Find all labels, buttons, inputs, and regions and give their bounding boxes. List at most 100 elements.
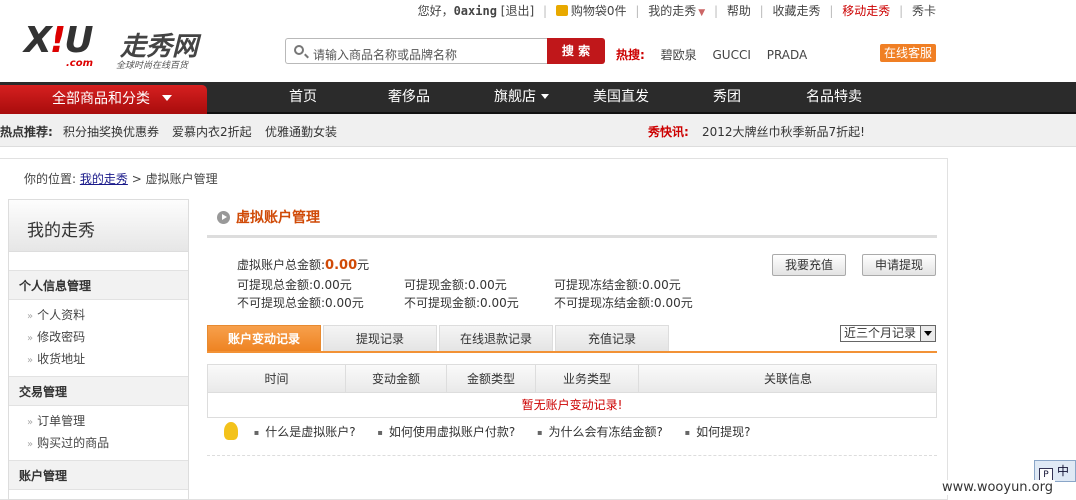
greeting: 您好， <box>417 4 454 18</box>
total-amount: 0.00 <box>325 258 358 273</box>
range-select[interactable]: 近三个月记录 <box>840 325 936 342</box>
recharge-button[interactable]: 我要充值 <box>772 254 847 276</box>
breadcrumb-home-link[interactable]: 我的走秀 <box>80 172 128 186</box>
sidebar-item-purchased[interactable]: » 购买过的商品 <box>9 432 188 454</box>
record-tabs: 账户变动记录 提现记录 在线退款记录 充值记录 <box>207 325 937 353</box>
play-icon <box>217 211 230 224</box>
hot-link[interactable]: 优雅通勤女装 <box>265 123 337 140</box>
sidebar-item-password[interactable]: » 修改密码 <box>9 326 188 348</box>
all-categories-button[interactable]: 全部商品和分类 <box>0 85 207 114</box>
chevron-right-icon: » <box>27 355 34 366</box>
breadcrumb-current: 虚拟账户管理 <box>145 172 218 186</box>
hot-search-word[interactable]: 碧欧泉 <box>661 48 697 62</box>
hot-link[interactable]: 爱慕内衣2折起 <box>172 123 252 140</box>
divider: | <box>635 4 640 18</box>
hot-search: 热搜: 碧欧泉 GUCCI PRADA <box>616 46 807 63</box>
tab-account-changes[interactable]: 账户变动记录 <box>207 325 321 351</box>
sidebar: 我的走秀 个人信息管理 » 个人资料 » 修改密码 » 收货地址 交易管理 » 订单管理… <box>8 199 189 500</box>
faq-link[interactable]: 什么是虚拟账户? <box>254 425 356 439</box>
watermark: www.wooyun.org <box>940 480 1056 495</box>
favorites-link[interactable]: 收藏走秀 <box>773 2 821 19</box>
sidebar-section-title: 账户管理 <box>9 460 188 490</box>
faq-link[interactable]: 为什么会有冻结金额? <box>537 425 663 439</box>
nav-item-luxury[interactable]: 奢侈品 <box>388 82 430 112</box>
sidebar-item-profile[interactable]: » 个人资料 <box>9 304 188 326</box>
withdraw-button[interactable]: 申请提现 <box>862 254 937 276</box>
empty-message: 暂无账户变动记录! <box>521 398 623 412</box>
card-link[interactable]: 秀卡 <box>912 2 936 19</box>
logo-domain: .com <box>66 58 94 69</box>
nav-item-group[interactable]: 秀团 <box>713 82 741 112</box>
chevron-down-icon[interactable] <box>920 326 935 341</box>
logout-link[interactable]: [退出] <box>501 2 534 19</box>
non-withdrawable-amount: 不可提现金额:0.00元 <box>404 296 519 310</box>
table-header: 时间 变动金额 金额类型 业务类型 关联信息 <box>208 365 936 393</box>
account-total: 虚拟账户总金额:0.00元 <box>237 258 370 273</box>
breadcrumb: 你的位置: 我的走秀 > 虚拟账户管理 <box>24 170 218 187</box>
top-links: 您好，0axing [退出] | 购物袋0件 | 我的走秀 ▼ | 帮助 | 收藏… <box>418 2 936 19</box>
logo-mark: X!U <box>24 20 93 61</box>
lightbulb-icon <box>224 422 238 440</box>
nav-item-flagship[interactable]: 旗舰店 <box>494 82 549 112</box>
nav-item-sale[interactable]: 名品特卖 <box>806 82 862 112</box>
divider: | <box>899 4 904 18</box>
sidebar-item-address[interactable]: » 收货地址 <box>9 348 188 370</box>
divider <box>207 235 937 238</box>
news-label: 秀快讯: <box>648 125 689 139</box>
hot-search-word[interactable]: PRADA <box>767 48 808 62</box>
hot-search-word[interactable]: GUCCI <box>712 48 750 62</box>
chevron-down-icon[interactable]: ▼ <box>698 8 705 18</box>
tab-withdrawals[interactable]: 提现记录 <box>323 325 437 351</box>
shopping-bag-icon <box>555 5 568 16</box>
withdrawable-frozen: 可提现冻结金额:0.00元 <box>554 278 681 292</box>
column-header: 业务类型 <box>536 365 639 393</box>
sidebar-section-title: 交易管理 <box>9 376 188 406</box>
tab-refunds[interactable]: 在线退款记录 <box>439 325 553 351</box>
column-header: 变动金额 <box>346 365 447 393</box>
username: 0axing <box>453 4 497 18</box>
divider: | <box>713 4 718 18</box>
faq-link[interactable]: 如何提现? <box>685 425 751 439</box>
hot-recommend-label: 热点推荐: <box>0 125 53 139</box>
ime-indicator[interactable]: P中 <box>1034 460 1076 482</box>
faq-link[interactable]: 如何使用虚拟账户付款? <box>377 425 515 439</box>
chevron-right-icon: » <box>27 311 34 322</box>
search-input[interactable]: 请输入商品名称或品牌名称 <box>285 38 547 64</box>
search-placeholder: 请输入商品名称或品牌名称 <box>313 48 458 62</box>
column-header: 金额类型 <box>447 365 536 393</box>
hot-link[interactable]: 积分抽奖换优惠券 <box>63 123 159 140</box>
tab-recharges[interactable]: 充值记录 <box>555 325 669 351</box>
search-bar: 请输入商品名称或品牌名称 搜 索 <box>285 38 605 64</box>
sidebar-item-orders[interactable]: » 订单管理 <box>9 410 188 432</box>
hot-search-label: 热搜: <box>616 48 645 62</box>
nav-item-home[interactable]: 首页 <box>289 82 317 112</box>
search-button[interactable]: 搜 索 <box>547 38 605 64</box>
help-link[interactable]: 帮助 <box>727 2 751 19</box>
site-logo[interactable]: X!U 走秀网 .com 全球时尚在线百货 <box>22 20 222 72</box>
hot-recommend-bar: 热点推荐: 积分抽奖换优惠券 爱慕内衣2折起 优雅通勤女装 秀快讯: 2012大… <box>0 114 1076 147</box>
divider: | <box>829 4 834 18</box>
chevron-right-icon: » <box>27 439 34 450</box>
online-service-button[interactable]: 在线客服 <box>880 44 937 62</box>
cart-link[interactable]: 购物袋0件 <box>571 2 627 19</box>
sidebar-title: 我的走秀 <box>9 200 188 252</box>
nav-item-us-direct[interactable]: 美国直发 <box>593 82 649 112</box>
non-withdrawable-total: 不可提现总金额:0.00元 <box>237 296 364 310</box>
withdrawable-amount: 可提现金额:0.00元 <box>404 278 507 292</box>
divider: | <box>759 4 764 18</box>
non-withdrawable-frozen: 不可提现冻结金额:0.00元 <box>554 296 693 310</box>
sidebar-section-title: 个人信息管理 <box>9 270 188 300</box>
withdrawable-total: 可提现总金额:0.00元 <box>237 278 352 292</box>
range-select-value: 近三个月记录 <box>844 326 917 340</box>
mobile-link[interactable]: 移动走秀 <box>842 2 890 19</box>
all-categories-label: 全部商品和分类 <box>52 91 150 107</box>
news-link[interactable]: 2012大牌丝巾秋季新品7折起! <box>702 123 865 140</box>
my-xiu-link[interactable]: 我的走秀 <box>648 2 696 19</box>
page-title: 虚拟账户管理 <box>217 207 320 227</box>
chevron-down-icon <box>162 95 172 101</box>
top-bar: 您好，0axing [退出] | 购物袋0件 | 我的走秀 ▼ | 帮助 | 收藏… <box>0 0 1076 20</box>
chevron-down-icon <box>541 94 549 99</box>
chevron-right-icon: » <box>27 333 34 344</box>
divider <box>207 455 937 456</box>
chevron-right-icon: » <box>27 417 34 428</box>
